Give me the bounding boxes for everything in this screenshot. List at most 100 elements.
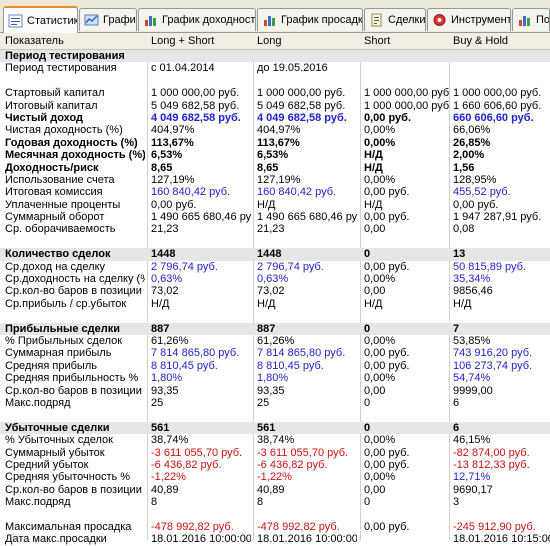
table-row[interactable]: Чистая доходность (%) 404,97% 404,97% 0,00%… [0, 124, 550, 136]
long-value: 2 796,74 руб. [257, 260, 324, 273]
table-row[interactable]: Итоговая комиссия 160 840,42 руб. 160 840,… [0, 186, 550, 198]
long-value: 40,89 [257, 483, 285, 496]
buy-hold-value: 9690,17 [453, 483, 493, 496]
table-row[interactable]: Уплаченные проценты 0,00 руб. Н/Д Н/Д 0,00 р… [0, 199, 550, 211]
table-row[interactable]: Ср.кол-во баров в позиции 93,35 93,35 0,00 9… [0, 385, 550, 397]
short-value: 0,00% [364, 173, 396, 186]
table-row[interactable]: Средняя убыточность % -1,22% -1,22% 0,00% 12… [0, 471, 550, 483]
statistics-table: Показатель Long + Short Long Short Buy &… [0, 33, 550, 546]
table-row[interactable]: % Прибыльных сделок 61,26% 61,26% 0,00% 53,8… [0, 335, 550, 347]
long-short-value: -478 992,82 руб. [151, 520, 234, 533]
short-value: 0,00% [364, 273, 396, 286]
short-value: Н/Д [364, 297, 383, 310]
table-row[interactable]: Период тестирования с 01.04.2014 до 19.05.… [0, 62, 550, 74]
long-value: до 19.05.2016 [257, 62, 328, 75]
table-row[interactable]: Доходность/риск 8,65 8,65 Н/Д 1,56 [0, 162, 550, 174]
column-header-long[interactable]: Long [257, 33, 357, 49]
table-row[interactable]: Ср.прибыль / ср.убыток Н/Д Н/Д Н/Д Н/Д [0, 298, 550, 310]
table-row[interactable]: Макс.подряд 8 8 0 3 [0, 496, 550, 508]
long-short-value: 561 [151, 421, 170, 434]
buy-hold-value: -13 812,33 руб. [453, 458, 530, 471]
table-row[interactable]: Суммарная прибыль 7 814 865,80 руб. 7 814 … [0, 347, 550, 359]
long-short-value: 61,26% [151, 334, 189, 347]
long-value: 8 810,45 руб. [257, 359, 324, 372]
tab-trades[interactable]: Сделки [364, 8, 426, 31]
metric-name: Месячная доходность (%) [5, 149, 145, 162]
table-row[interactable]: Стартовый капитал 1 000 000,00 руб. 1 000 … [0, 87, 550, 99]
metric-name: Период тестирования [5, 62, 117, 75]
long-short-value: 7 814 865,80 руб. [151, 347, 240, 360]
table-row[interactable]: Суммарный убыток -3 611 055,70 руб. -3 611… [0, 447, 550, 459]
buy-hold-value: 54,74% [453, 372, 491, 385]
table-row[interactable]: Ср. оборачиваемость 21,23 21,23 0,00 0,08 [0, 223, 550, 235]
table-row[interactable]: Ср.доходность на сделку (%) 0,63% 0,63% 0,0… [0, 273, 550, 285]
table-row[interactable]: Ср.кол-во баров в позиции 73,02 73,02 0,00 9… [0, 285, 550, 297]
table-row[interactable]: Итоговый капитал 5 049 682,58 руб. 5 049 6… [0, 100, 550, 112]
table-row[interactable]: Дата макс.просадки 18.01.2016 10:00:00 18.… [0, 533, 550, 545]
table-section-row[interactable]: Количество сделок 1448 1448 0 13 [0, 248, 550, 261]
tab-returns-chart[interactable]: График доходности [138, 8, 256, 31]
tab-label: График просадки [281, 14, 363, 26]
long-short-value: 0,63% [151, 273, 183, 286]
column-header-buy-hold[interactable]: Buy & Hold [453, 33, 550, 49]
table-row[interactable]: Максимальная просадка -478 992,82 руб. -47… [0, 521, 550, 533]
table-row[interactable]: Использование счета 127,19% 127,19% 0,00% 12… [0, 174, 550, 186]
table-row[interactable]: Средняя прибыльность % 1,80% 1,80% 0,00% 54,… [0, 372, 550, 384]
short-value: 0,00% [364, 334, 396, 347]
table-section-row[interactable]: Прибыльные сделки 887 887 0 7 [0, 322, 550, 335]
metric-name: Убыточные сделки [5, 421, 110, 434]
table-row[interactable]: Ср.доход на сделку 2 796,74 руб. 2 796,74 … [0, 261, 550, 273]
column-header-short[interactable]: Short [364, 33, 449, 49]
metric-name: Ср.доходность на сделку (%) [5, 273, 145, 286]
table-row[interactable]: % Убыточных сделок 38,74% 38,74% 0,00% 46,15… [0, 434, 550, 446]
table-row[interactable]: Средняя прибыль 8 810,45 руб. 8 810,45 руб… [0, 360, 550, 372]
short-value: 0,00 руб. [364, 359, 410, 372]
long-short-value: 1 000 000,00 руб. [151, 87, 240, 100]
buy-hold-value: 9856,46 [453, 285, 493, 298]
tab-bar: Статистика График График доходности Граф… [0, 0, 550, 33]
table-spacer-row [0, 75, 550, 87]
metric-name: % Убыточных сделок [5, 434, 113, 447]
table-row[interactable]: Ср.кол-во баров в позиции 40,89 40,89 0,00 9… [0, 484, 550, 496]
long-value: 25 [257, 396, 270, 409]
tab-label: Статистика [27, 14, 77, 27]
table-row[interactable]: Макс.подряд 25 25 0 6 [0, 397, 550, 409]
tab-periods[interactable]: По [512, 8, 550, 31]
short-value: 0 [364, 421, 371, 434]
long-short-value: 0,00 руб. [151, 198, 197, 211]
buy-hold-value: 2,00% [453, 149, 485, 162]
table-section-row[interactable]: Период тестирования [0, 50, 550, 63]
long-value: 21,23 [257, 223, 285, 236]
buy-hold-value: 0,00 руб. [453, 198, 499, 211]
buy-hold-value: Н/Д [453, 297, 472, 310]
metric-name: Ср.доход на сделку [5, 260, 106, 273]
long-value: -3 611 055,70 руб. [257, 446, 349, 459]
long-short-value: 6,53% [151, 149, 183, 162]
column-header-long-short[interactable]: Long + Short [151, 33, 251, 49]
column-header-metric[interactable]: Показатель [5, 33, 145, 49]
long-short-value: Н/Д [151, 297, 170, 310]
tab-statistics[interactable]: Статистика [3, 6, 78, 33]
table-row[interactable]: Месячная доходность (%) 6,53% 6,53% Н/Д 2,00… [0, 149, 550, 161]
short-value: 0,00 руб. [364, 186, 410, 199]
short-value: 0,00 [364, 285, 386, 298]
short-value: 0,00% [364, 434, 396, 447]
table-row[interactable]: Суммарный оборот 1 490 665 680,46 руб. 1 4… [0, 211, 550, 223]
long-value: 404,97% [257, 124, 301, 137]
table-row[interactable]: Годовая доходность (%) 113,67% 113,67% 0,00… [0, 137, 550, 149]
tab-instruments[interactable]: Инструменты [427, 8, 511, 31]
table-row[interactable]: Чистый доход 4 049 682,58 руб. 4 049 682,5… [0, 112, 550, 124]
table-section-row[interactable]: Убыточные сделки 561 561 0 6 [0, 421, 550, 435]
metric-name: Средняя убыточность % [5, 471, 131, 484]
long-value: 8 [257, 496, 264, 509]
metric-name: Средняя прибыльность % [5, 372, 139, 385]
buy-hold-value: 1 947 287,91 руб. [453, 211, 542, 224]
table-row[interactable]: Средний убыток -6 436,82 руб. -6 436,82 ру… [0, 459, 550, 471]
tab-drawdown-chart[interactable]: График просадки [257, 8, 363, 31]
tab-chart[interactable]: График [79, 8, 137, 31]
long-short-value: -1,22% [151, 471, 186, 484]
tab-label: Сделки [388, 14, 426, 26]
long-short-value: 5 049 682,58 руб. [151, 99, 240, 112]
table-spacer-row [0, 508, 550, 520]
long-short-value: 127,19% [151, 173, 195, 186]
